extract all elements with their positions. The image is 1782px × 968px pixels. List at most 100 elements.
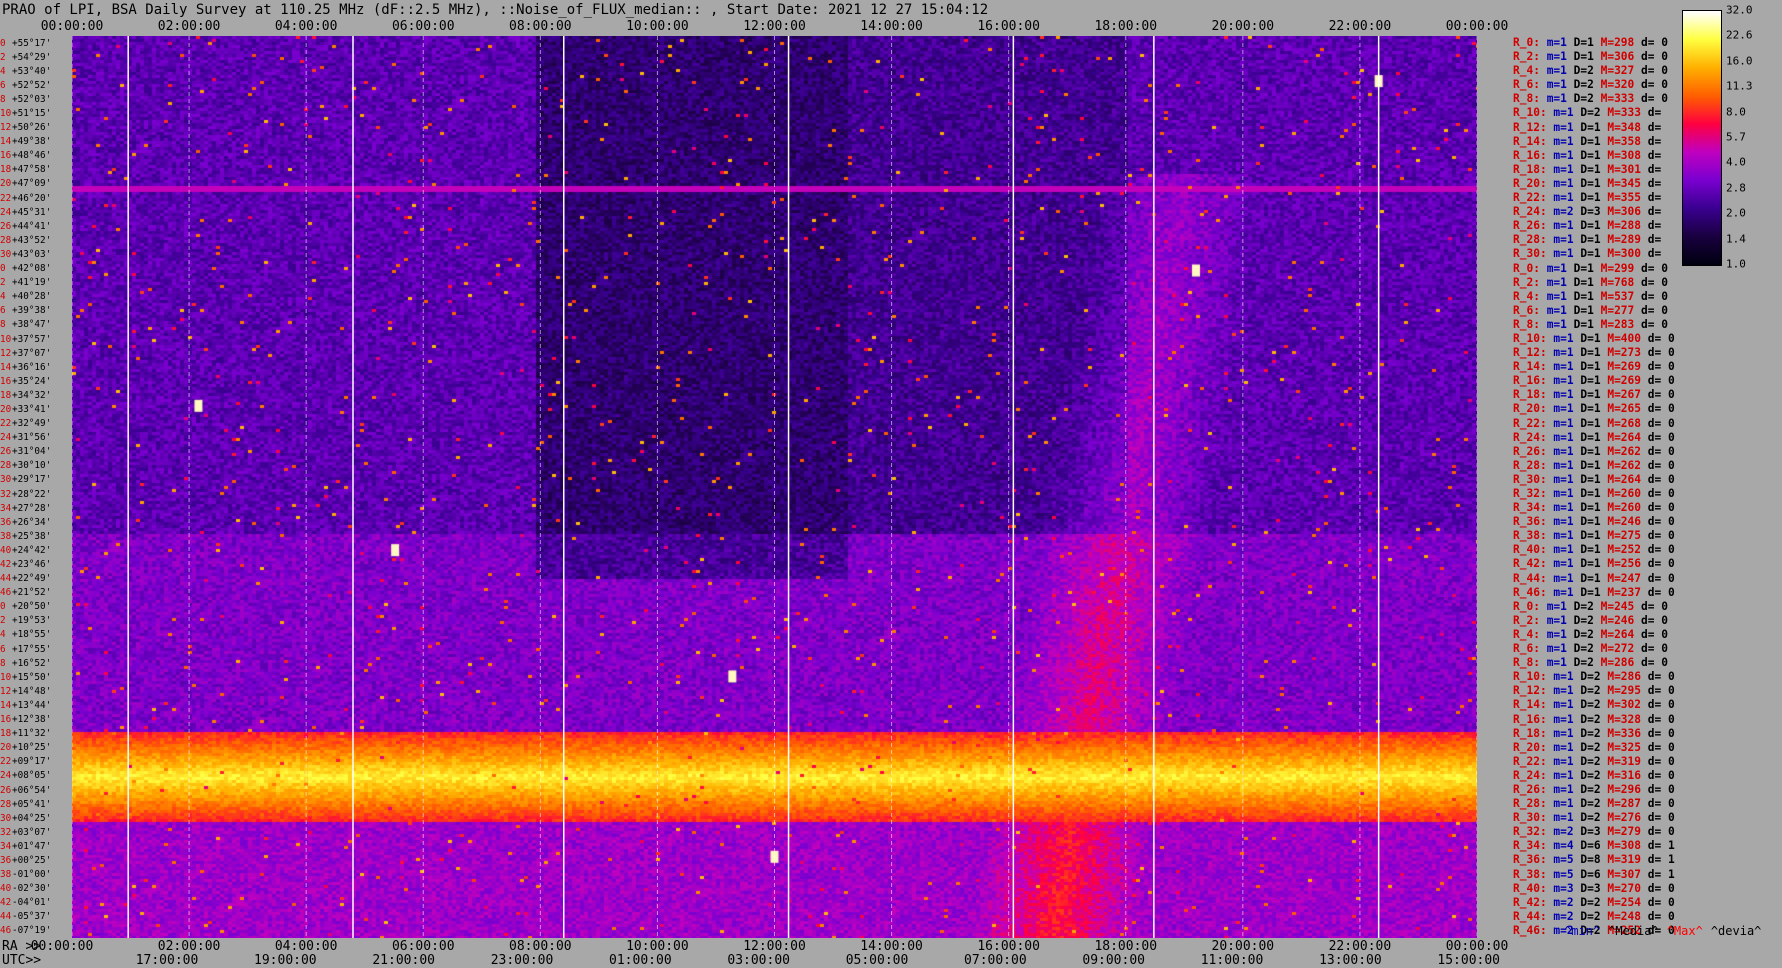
stats-median: D=1: [1580, 529, 1608, 543]
y-tick-dec: +04°25': [12, 812, 52, 824]
stats-panel: R_0: m=1 D=1 M=298 d= 0 R_2: m=1 D=1 M=30…: [1513, 36, 1683, 938]
stats-devia: d= 0: [1647, 430, 1675, 444]
y-tick-dec: +03°07': [12, 826, 52, 838]
stats-devia: d=: [1647, 134, 1662, 148]
y-tick-label: 6 +52°52': [0, 80, 51, 91]
x-tick-utc: 19:00:00: [254, 953, 317, 968]
stats-row: R_12: m=1 D=1 M=273 d= 0: [1513, 346, 1675, 360]
y-tick-label: 6 +17°55': [0, 644, 51, 655]
y-tick-label: 18+11°32': [0, 728, 51, 739]
stats-min: m=1: [1546, 50, 1574, 64]
stats-median: D=6: [1580, 839, 1608, 853]
y-tick-index: 30: [0, 812, 12, 824]
stats-max: M=333: [1607, 106, 1648, 120]
stats-max: M=262: [1607, 458, 1648, 472]
y-tick-dec: +42°08': [12, 263, 52, 275]
stats-min: m=1: [1546, 642, 1574, 656]
stats-row: R_46: m=1 D=1 M=237 d= 0: [1513, 586, 1675, 600]
stats-row-label: R_14:: [1513, 360, 1554, 374]
stats-row: R_34: m=1 D=1 M=260 d= 0: [1513, 501, 1675, 515]
stats-row: R_18: m=1 D=1 M=301 d=: [1513, 163, 1661, 177]
stats-median: D=6: [1580, 867, 1608, 881]
stats-devia: d= 1: [1647, 853, 1675, 867]
stats-row: R_18: m=1 D=1 M=267 d= 0: [1513, 388, 1675, 402]
stats-median: D=1: [1580, 219, 1608, 233]
stats-min: m=1: [1553, 487, 1581, 500]
stats-row: R_14: m=1 D=2 M=302 d= 0: [1513, 698, 1675, 712]
y-tick-index: 44: [0, 911, 12, 923]
stats-row: R_44: m=1 D=1 M=247 d= 0: [1513, 572, 1675, 586]
stats-row: R_12: m=1 D=2 M=295 d= 0: [1513, 684, 1675, 698]
y-tick-label: 36+00°25': [0, 855, 51, 866]
stats-devia: d= 0: [1647, 797, 1675, 811]
stats-row: R_26: m=1 D=2 M=296 d= 0: [1513, 783, 1675, 797]
stats-median: D=1: [1580, 120, 1608, 134]
stats-median: D=1: [1573, 36, 1601, 49]
stats-median: D=2: [1580, 740, 1608, 754]
y-tick-index: 2: [0, 51, 6, 63]
stats-median: D=2: [1580, 768, 1608, 782]
x-tick-ra: 20:00:00: [1211, 939, 1275, 954]
stats-median: D=1: [1580, 176, 1608, 190]
stats-devia: d= 0: [1647, 585, 1675, 599]
stats-median: D=1: [1580, 444, 1608, 458]
stats-row-label: R_22:: [1513, 416, 1554, 430]
stats-max: M=300: [1607, 247, 1648, 261]
y-tick-index: 14: [0, 361, 12, 373]
legend-item: ^devia^: [1710, 924, 1762, 938]
stats-row-label: R_8:: [1513, 317, 1547, 331]
y-tick-label: 30+43°03': [0, 249, 51, 260]
y-tick-dec: +37°57': [12, 333, 52, 345]
stats-max: M=306: [1600, 50, 1642, 64]
y-tick-index: 30: [0, 248, 12, 260]
y-tick-index: 34: [0, 840, 12, 852]
stats-max: M=768: [1600, 275, 1642, 289]
ra-axis-label: RA >>: [2, 939, 42, 954]
y-tick-label: 10+15°50': [0, 672, 51, 683]
stats-median: D=1: [1580, 331, 1608, 345]
stats-max: M=264: [1607, 430, 1648, 444]
y-tick-index: 28: [0, 460, 12, 472]
heatmap-plot[interactable]: [72, 36, 1477, 938]
stats-max: M=286: [1600, 656, 1642, 670]
y-tick-dec: +51°15': [12, 108, 52, 120]
stats-row-label: R_14:: [1513, 698, 1554, 712]
stats-row: R_36: m=1 D=1 M=246 d= 0: [1513, 515, 1675, 529]
stats-row-label: R_24:: [1513, 430, 1554, 444]
stats-median: D=1: [1573, 50, 1601, 64]
x-tick-ra: 12:00:00: [743, 939, 806, 954]
y-tick-dec: +34°32': [12, 389, 52, 401]
y-tick-dec: +08°05': [12, 770, 52, 782]
x-tick-utc: 09:00:00: [1082, 953, 1145, 968]
y-tick-label: 42+23°46': [0, 559, 51, 570]
stats-row: R_40: m=3 D=3 M=270 d= 0: [1513, 882, 1675, 896]
y-tick-index: 16: [0, 375, 12, 387]
stats-row-label: R_0:: [1513, 36, 1547, 49]
stats-devia: d= 0: [1641, 317, 1668, 331]
stats-row-label: R_0:: [1513, 261, 1547, 275]
y-tick-dec: +41°19': [12, 277, 52, 289]
y-tick-dec: +26°34': [12, 516, 52, 528]
stats-min: m=1: [1553, 754, 1581, 768]
stats-row-label: R_36:: [1513, 515, 1554, 529]
stats-max: M=299: [1600, 261, 1642, 275]
stats-max: M=286: [1607, 670, 1648, 684]
stats-median: D=1: [1580, 515, 1608, 529]
stats-min: m=1: [1546, 64, 1574, 78]
y-tick-index: 24: [0, 206, 12, 218]
stats-devia: d=: [1647, 106, 1662, 120]
stats-max: M=270: [1607, 881, 1648, 895]
stats-row-label: R_20:: [1513, 176, 1554, 190]
stats-row: R_42: m=2 D=2 M=254 d= 0: [1513, 896, 1675, 910]
stats-median: D=1: [1580, 388, 1608, 402]
y-tick-dec: +43°52': [12, 234, 52, 246]
stats-devia: d= 0: [1647, 487, 1675, 500]
stats-devia: d= 0: [1647, 909, 1675, 923]
y-tick-label: 26+44°41': [0, 221, 51, 232]
stats-row: R_8: m=1 D=2 M=286 d= 0: [1513, 656, 1668, 670]
x-tick-top: 06:00:00: [391, 19, 455, 34]
y-tick-label: 22+46°20': [0, 193, 51, 204]
stats-median: D=1: [1580, 191, 1608, 205]
stats-min: m=1: [1553, 811, 1581, 825]
stats-max: M=275: [1607, 529, 1648, 543]
